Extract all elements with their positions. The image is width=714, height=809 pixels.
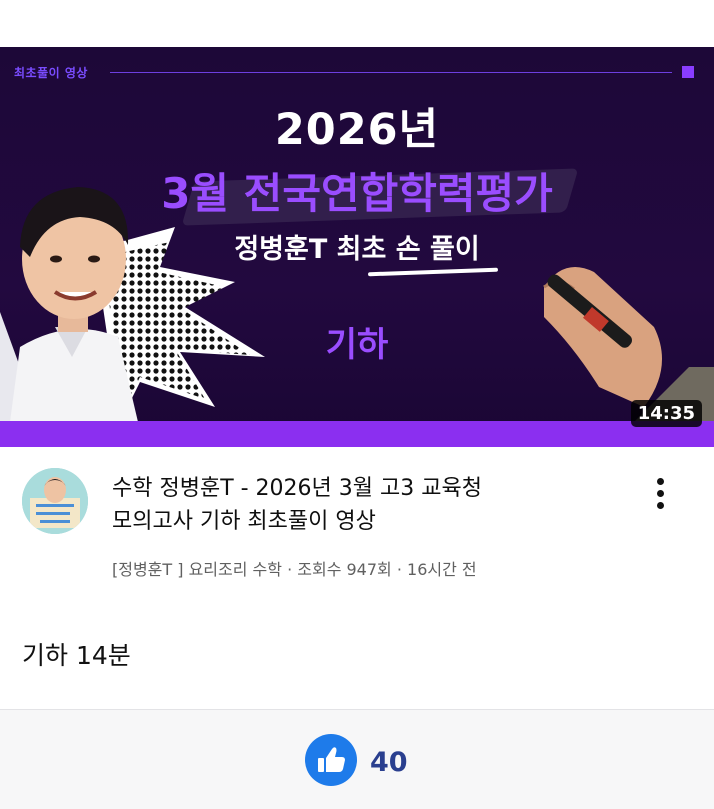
hand-with-pen-image [543, 267, 714, 422]
reaction-bar: 40 [0, 709, 714, 809]
video-title-line-1: 수학 정병훈T - 2026년 3월 고3 교육청 [112, 476, 482, 501]
thumbnail-header: 최초풀이 영상 [14, 64, 694, 80]
vertical-dots-icon [657, 490, 664, 497]
thumbnail-caption: 최초풀이 영상 [14, 66, 88, 80]
thumbs-up-icon [318, 747, 345, 772]
thumbnail-bottom-bar [0, 421, 714, 447]
more-options-button[interactable] [650, 476, 672, 512]
post-body-text: 기하 14분 [22, 641, 131, 670]
thumbnail-subject: 기하 [325, 325, 389, 365]
presenter-image [0, 187, 265, 422]
like-button[interactable] [305, 734, 357, 786]
thumbnail-year: 2026년 [274, 105, 440, 155]
subtitle-underline [367, 267, 499, 277]
like-count: 40 [370, 747, 408, 778]
vertical-dots-icon [657, 502, 664, 509]
thumbnail-divider [110, 72, 672, 73]
channel-avatar[interactable] [22, 468, 88, 534]
video-metadata: [정병훈T ] 요리조리 수학 · 조회수 947회 · 16시간 전 [112, 560, 477, 579]
video-thumbnail[interactable]: 최초풀이 영상 2026년 3월 전국연합학력평가 정병훈T 최초 손 풀이 기… [0, 47, 714, 447]
vertical-dots-icon [657, 478, 664, 485]
avatar-image [22, 468, 88, 534]
video-title-line-2: 모의고사 기하 최초풀이 영상 [112, 509, 376, 534]
thumbnail-square-mark [682, 66, 694, 78]
duration-badge: 14:35 [630, 400, 702, 427]
video-title[interactable]: 수학 정병훈T - 2026년 3월 고3 교육청 모의고사 기하 최초풀이 영… [112, 472, 602, 538]
